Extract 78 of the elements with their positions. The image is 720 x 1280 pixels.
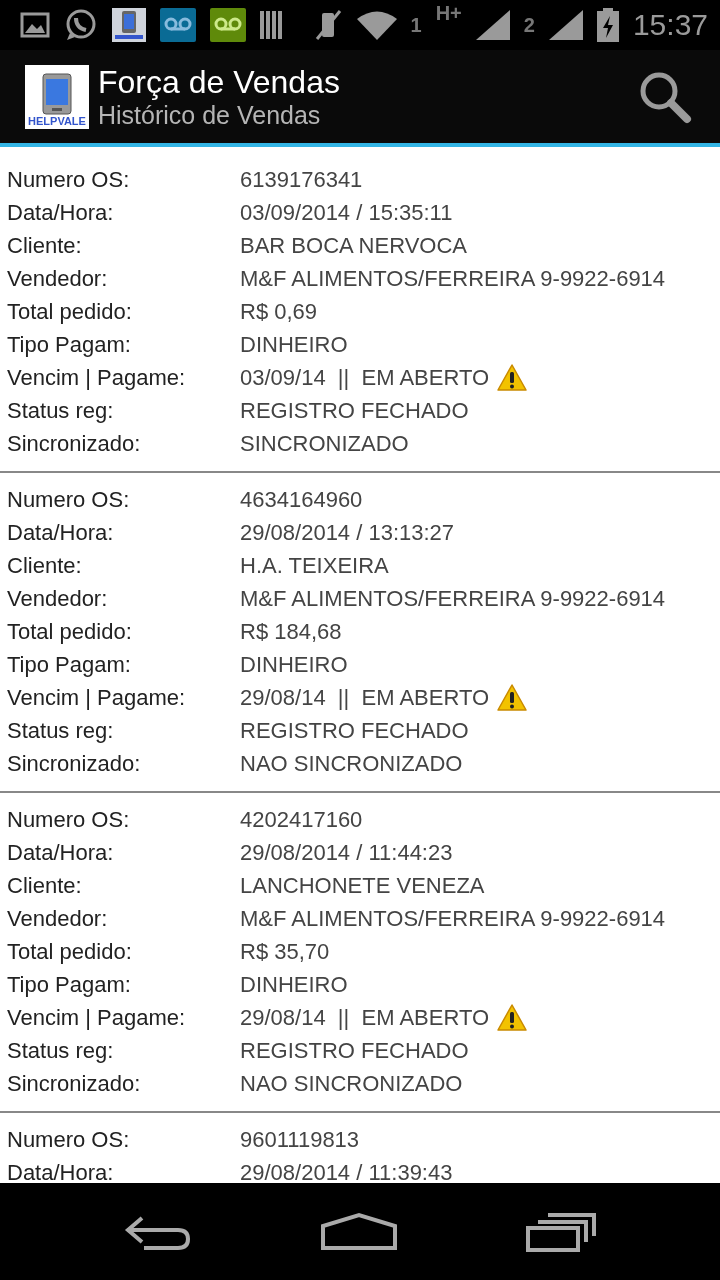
field-value: NAO SINCRONIZADO — [240, 750, 463, 777]
field-label: Total pedido: — [7, 618, 133, 645]
field-value: 29/08/2014 / 11:39:43 — [240, 1159, 453, 1183]
voicemail-icon — [160, 8, 196, 42]
field-label: Status reg: — [7, 397, 115, 424]
phone-icon — [42, 72, 72, 115]
field-value: 4634164960 — [240, 486, 363, 513]
field-value: R$ 35,70 — [240, 938, 330, 965]
field-label: Numero OS: — [7, 806, 131, 833]
field-label: Vendedor: — [7, 265, 109, 292]
wifi-icon — [356, 10, 397, 40]
field-label: Vencim | Pagame: — [7, 364, 187, 391]
field-value: REGISTRO FECHADO — [240, 717, 469, 744]
field-value: REGISTRO FECHADO — [240, 1037, 469, 1064]
field-value: M&F ALIMENTOS/FERREIRA 9-9922-6914 — [240, 585, 666, 612]
field-value: DINHEIRO — [240, 971, 348, 998]
field-value: 6139176341 — [240, 166, 363, 193]
field-label: Cliente: — [7, 872, 83, 899]
field-label: Data/Hora: — [7, 839, 115, 866]
field-value: 03/09/2014 / 15:35:11 — [240, 199, 453, 226]
recent-apps-icon[interactable] — [525, 1211, 596, 1252]
field-label: Cliente: — [7, 232, 83, 259]
app-title: Força de Vendas — [98, 63, 341, 100]
field-label: Data/Hora: — [7, 199, 115, 226]
field-label: Numero OS: — [7, 1126, 131, 1153]
field-value: NAO SINCRONIZADO — [240, 1070, 463, 1097]
field-label: Status reg: — [7, 1037, 115, 1064]
field-label: Tipo Pagam: — [7, 651, 132, 678]
sim-number: 2 — [523, 13, 535, 37]
field-label: Data/Hora: — [7, 519, 115, 546]
screen-subtitle: Histórico de Vendas — [98, 100, 322, 130]
field-value: 29/08/2014 / 13:13:27 — [240, 519, 455, 546]
signal-icon — [548, 10, 583, 40]
field-value: SINCRONIZADO — [240, 430, 409, 457]
field-label: Sincronizado: — [7, 750, 142, 777]
field-label: Vencim | Pagame: — [7, 1004, 187, 1031]
field-value: H.A. TEIXEIRA — [240, 552, 389, 579]
chat-icon — [64, 8, 98, 42]
field-value: M&F ALIMENTOS/FERREIRA 9-9922-6914 — [240, 905, 666, 932]
field-label: Vendedor: — [7, 585, 109, 612]
field-label: Vendedor: — [7, 905, 109, 932]
field-label: Numero OS: — [7, 166, 131, 193]
field-label: Status reg: — [7, 717, 115, 744]
field-label: Sincronizado: — [7, 1070, 142, 1097]
field-label: Total pedido: — [7, 938, 133, 965]
field-label: Numero OS: — [7, 486, 131, 513]
field-label: Tipo Pagam: — [7, 971, 132, 998]
field-value: 4202417160 — [240, 806, 363, 833]
field-label: Cliente: — [7, 552, 83, 579]
signal-icon — [475, 10, 510, 40]
field-value: 29/08/14 || EM ABERTO — [240, 684, 490, 711]
gallery-icon — [20, 11, 50, 39]
sim-number: 1 — [410, 13, 422, 37]
network-type: H+ — [435, 2, 462, 25]
field-value: 29/08/2014 / 11:44:23 — [240, 839, 453, 866]
voicemail-icon — [210, 8, 246, 42]
phone-app-icon — [112, 8, 146, 42]
field-value: 9601119813 — [240, 1126, 360, 1153]
field-value: DINHEIRO — [240, 331, 348, 358]
field-label: Vencim | Pagame: — [7, 684, 187, 711]
bars-icon — [260, 9, 284, 41]
field-value: M&F ALIMENTOS/FERREIRA 9-9922-6914 — [240, 265, 666, 292]
field-value: LANCHONETE VENEZA — [240, 872, 485, 899]
field-label: Sincronizado: — [7, 430, 142, 457]
field-value: REGISTRO FECHADO — [240, 397, 469, 424]
clock: 15:37 — [632, 8, 708, 42]
field-value: R$ 0,69 — [240, 298, 318, 325]
home-icon[interactable] — [321, 1211, 397, 1252]
field-label: Data/Hora: — [7, 1159, 115, 1183]
battery-charging-icon — [596, 8, 619, 42]
field-value: R$ 184,68 — [240, 618, 342, 645]
field-label: Tipo Pagam: — [7, 331, 132, 358]
field-value: 29/08/14 || EM ABERTO — [240, 1004, 490, 1031]
field-label: Total pedido: — [7, 298, 133, 325]
app-logo: HELPVALE — [25, 64, 89, 129]
field-value: DINHEIRO — [240, 651, 348, 678]
field-value: BAR BOCA NERVOCA — [240, 232, 467, 259]
field-value: 03/09/14 || EM ABERTO — [240, 364, 490, 391]
